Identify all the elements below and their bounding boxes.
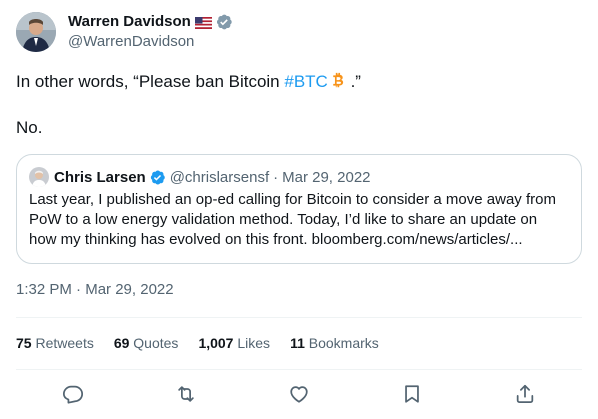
timestamp-date[interactable]: Mar 29, 2022 — [85, 281, 173, 298]
quotes-count: 69 — [113, 335, 130, 351]
action-bar — [16, 372, 582, 416]
tweet-line-2: No. — [16, 118, 43, 137]
us-flag-icon — [194, 16, 212, 29]
quote-author-avatar[interactable] — [29, 167, 49, 187]
stat-bookmarks[interactable]: 11 Bookmarks — [290, 335, 379, 351]
tweet-timestamp[interactable]: 1:32 PM · Mar 29, 2022 — [16, 280, 174, 300]
retweets-label: Retweets — [35, 335, 94, 351]
likes-label: Likes — [237, 335, 271, 351]
quote-author-name[interactable]: Chris Larsen — [54, 169, 146, 186]
author-avatar[interactable] — [16, 12, 56, 52]
stat-likes[interactable]: 1,007 Likes — [198, 335, 270, 351]
timestamp-separator: · — [71, 281, 86, 298]
reply-icon — [62, 385, 83, 404]
retweet-icon — [178, 386, 194, 402]
tweet-line-1: In other words, “Please ban Bitcoin #BTC… — [16, 70, 582, 93]
divider-top — [16, 317, 582, 318]
retweet-button[interactable] — [168, 376, 204, 412]
tweet-text-suffix: .” — [345, 72, 361, 91]
like-icon — [290, 386, 308, 403]
like-button[interactable] — [281, 376, 317, 412]
quote-line-1: Last year, I published an op-ed calling … — [29, 191, 556, 208]
quote-line-3: how my thinking has evolved on this fron… — [29, 231, 523, 248]
tweet-header: Warren Davidson @WarrenDavidson — [16, 12, 582, 52]
quoted-tweet[interactable]: Chris Larsen @chrislarsensf · Mar 29, 20… — [16, 154, 582, 264]
quotes-label: Quotes — [133, 335, 179, 351]
share-button[interactable] — [507, 376, 543, 412]
retweets-count: 75 — [16, 335, 32, 351]
bookmarks-label: Bookmarks — [308, 335, 379, 351]
tweet-text: In other words, “Please ban Bitcoin #BTC… — [16, 70, 582, 139]
author-display-name[interactable]: Warren Davidson — [68, 12, 191, 32]
bitcoin-icon — [329, 72, 346, 89]
stat-retweets[interactable]: 75 Retweets — [16, 335, 94, 351]
engagement-stats: 75 Retweets 69 Quotes 1,007 Likes 11 Boo… — [16, 333, 399, 353]
bookmarks-count: 11 — [290, 335, 305, 351]
bookmark-icon — [405, 385, 419, 403]
timestamp-time[interactable]: 1:32 PM — [16, 281, 72, 298]
blue-verified-badge-icon[interactable] — [149, 169, 166, 186]
bookmark-button[interactable] — [394, 376, 430, 412]
gray-verified-badge-icon[interactable] — [215, 13, 233, 31]
reply-button[interactable] — [55, 376, 91, 412]
divider-bottom — [16, 369, 582, 370]
quote-date[interactable]: Mar 29, 2022 — [282, 169, 370, 186]
stat-quotes[interactable]: 69 Quotes — [114, 335, 179, 351]
hashtag-btc-link[interactable]: #BTC — [284, 72, 327, 91]
quote-separator: · — [273, 168, 279, 186]
tweet-text-prefix: In other words, “Please ban Bitcoin — [16, 72, 285, 91]
quote-body: Last year, I published an op-ed calling … — [29, 190, 569, 250]
share-icon — [517, 384, 534, 403]
likes-count: 1,007 — [198, 335, 234, 351]
author-handle[interactable]: @WarrenDavidson — [68, 32, 233, 52]
quote-author-handle[interactable]: @chrislarsensf — [170, 169, 269, 186]
quote-line-2: PoW to a low energy validation method. T… — [29, 211, 538, 228]
